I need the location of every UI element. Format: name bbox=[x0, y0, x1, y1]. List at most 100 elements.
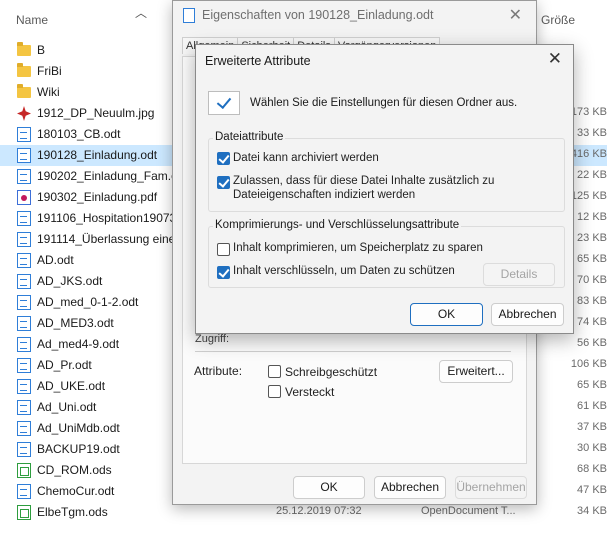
document-icon bbox=[183, 8, 195, 23]
divider bbox=[195, 351, 511, 352]
file-name: ChemoCur.odt bbox=[37, 484, 115, 498]
odt-file-icon bbox=[17, 211, 31, 226]
image-file-icon bbox=[17, 106, 31, 121]
odt-file-icon bbox=[17, 337, 31, 352]
odt-file-icon bbox=[17, 400, 31, 415]
file-name: 190128_Einladung.odt bbox=[37, 148, 158, 162]
column-header-size[interactable]: Größe bbox=[541, 13, 575, 27]
odt-file-icon bbox=[17, 295, 31, 310]
file-name: CD_ROM.ods bbox=[37, 463, 112, 477]
file-size: 56 KB bbox=[577, 337, 607, 349]
file-name: AD_UKE.odt bbox=[37, 379, 106, 393]
dialog-title: Erweiterte Attribute bbox=[205, 54, 311, 68]
cancel-button[interactable]: Abbrechen bbox=[491, 303, 564, 326]
file-name: AD_MED3.odt bbox=[37, 316, 114, 330]
file-name: BACKUP19.odt bbox=[37, 442, 120, 456]
ods-file-icon bbox=[17, 505, 31, 520]
odt-file-icon bbox=[17, 442, 31, 457]
file-name: 190202_Einladung_Fam.od bbox=[37, 169, 185, 183]
file-name: AD_med_0-1-2.odt bbox=[37, 295, 139, 309]
file-size: 33 KB bbox=[577, 127, 607, 139]
compress-label: Inhalt komprimieren, um Speicherplatz zu… bbox=[233, 242, 483, 254]
archive-checkbox[interactable] bbox=[217, 152, 230, 165]
properties-titlebar[interactable]: Eigenschaften von 190128_Einladung.odt ✕ bbox=[173, 1, 536, 31]
odt-file-icon bbox=[17, 232, 31, 247]
advanced-attributes-dialog: Erweiterte Attribute ✕ Wählen Sie die Ei… bbox=[195, 44, 574, 334]
odt-file-icon bbox=[17, 316, 31, 331]
file-name: Ad_med4-9.odt bbox=[37, 337, 120, 351]
advanced-button[interactable]: Erweitert... bbox=[439, 360, 513, 383]
odt-file-icon bbox=[17, 253, 31, 268]
index-checkbox[interactable] bbox=[217, 176, 230, 189]
ods-file-icon bbox=[17, 463, 31, 478]
file-name: FriBi bbox=[37, 64, 62, 78]
odt-file-icon bbox=[17, 421, 31, 436]
file-date: 25.12.2019 07:32 bbox=[276, 505, 362, 517]
column-header-name[interactable]: Name bbox=[16, 13, 48, 27]
file-name: B bbox=[37, 43, 46, 57]
file-size: 83 KB bbox=[577, 295, 607, 307]
index-label-line2: Dateieigenschaften indiziert werden bbox=[233, 189, 416, 201]
encrypt-label: Inhalt verschlüsseln, um Daten zu schütz… bbox=[233, 265, 455, 277]
hidden-checkbox[interactable] bbox=[268, 385, 281, 398]
file-attributes-title: Dateiattribute bbox=[213, 131, 286, 143]
checkmark-icon bbox=[208, 91, 240, 115]
file-name: 191114_Überlassung eines bbox=[37, 232, 182, 246]
file-size: 74 KB bbox=[577, 316, 607, 328]
file-size: 23 KB bbox=[577, 232, 607, 244]
compress-encrypt-title: Komprimierungs- und Verschlüsselungsattr… bbox=[213, 219, 462, 231]
apply-button[interactable]: Übernehmen bbox=[455, 476, 527, 499]
file-name: AD_Pr.odt bbox=[37, 358, 92, 372]
odt-file-icon bbox=[17, 274, 31, 289]
properties-title: Eigenschaften von 190128_Einladung.odt bbox=[202, 8, 434, 22]
ok-button[interactable]: OK bbox=[410, 303, 483, 326]
intro-text: Wählen Sie die Einstellungen für diesen … bbox=[250, 97, 518, 109]
file-size: 61 KB bbox=[577, 400, 607, 412]
file-size: 416 KB bbox=[570, 148, 607, 160]
folder-icon bbox=[17, 84, 31, 98]
file-row[interactable]: ElbeTgm.ods 25.12.2019 07:32 OpenDocument … bbox=[0, 502, 607, 523]
file-name: Wiki bbox=[37, 85, 60, 99]
folder-icon bbox=[17, 42, 31, 56]
chevron-up-icon[interactable]: ︿ bbox=[135, 4, 147, 21]
file-size: 12 KB bbox=[577, 211, 607, 223]
file-size: 70 KB bbox=[577, 274, 607, 286]
file-size: 125 KB bbox=[570, 190, 607, 202]
file-type: OpenDocument T... bbox=[421, 505, 516, 517]
file-size: 37 KB bbox=[577, 421, 607, 433]
readonly-checkbox[interactable] bbox=[268, 365, 281, 378]
archive-label: Datei kann archiviert werden bbox=[233, 152, 379, 164]
file-size: 34 KB bbox=[577, 505, 607, 517]
file-name: 180103_CB.odt bbox=[37, 127, 121, 141]
close-icon[interactable]: ✕ bbox=[509, 5, 522, 25]
compress-checkbox[interactable] bbox=[217, 243, 230, 256]
encrypt-checkbox[interactable] bbox=[217, 266, 230, 279]
odt-file-icon bbox=[17, 358, 31, 373]
file-size: 65 KB bbox=[577, 253, 607, 265]
hidden-label: Versteckt bbox=[285, 385, 335, 399]
file-name: AD_JKS.odt bbox=[37, 274, 103, 288]
odt-file-icon bbox=[17, 169, 31, 184]
odt-file-icon bbox=[17, 379, 31, 394]
odt-file-icon bbox=[17, 484, 31, 499]
odt-file-icon bbox=[17, 148, 31, 163]
close-icon[interactable]: ✕ bbox=[548, 49, 562, 69]
pdf-file-icon bbox=[17, 190, 31, 205]
file-name: Ad_UniMdb.odt bbox=[37, 421, 120, 435]
file-size: 65 KB bbox=[577, 379, 607, 391]
cancel-button[interactable]: Abbrechen bbox=[374, 476, 446, 499]
folder-icon bbox=[17, 63, 31, 77]
index-label-line1: Zulassen, dass für diese Datei Inhalte z… bbox=[233, 175, 495, 187]
file-size: 47 KB bbox=[577, 484, 607, 496]
ok-button[interactable]: OK bbox=[293, 476, 365, 499]
file-name: AD.odt bbox=[37, 253, 74, 267]
file-size: 30 KB bbox=[577, 442, 607, 454]
file-size: 106 KB bbox=[570, 358, 607, 370]
file-name: 190302_Einladung.pdf bbox=[37, 190, 158, 204]
readonly-label: Schreibgeschützt bbox=[285, 365, 378, 379]
file-name: ElbeTgm.ods bbox=[37, 505, 108, 519]
file-size: 173 KB bbox=[570, 106, 607, 118]
attributes-label: Attribute: bbox=[194, 364, 243, 378]
file-size: 22 KB bbox=[577, 169, 607, 181]
details-button[interactable]: Details bbox=[483, 263, 555, 286]
